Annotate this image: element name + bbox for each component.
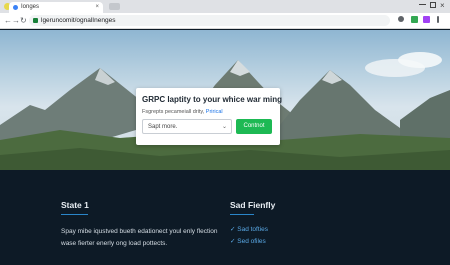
card-subtitle-link[interactable]: Prirical: [206, 109, 223, 115]
tab-close-icon[interactable]: ×: [95, 3, 99, 12]
card-subtitle: Fsgrepts pecameiall drity, Prirical: [142, 108, 223, 116]
connect-button[interactable]: Contnot: [236, 119, 272, 134]
reload-icon[interactable]: ↻: [20, 15, 27, 26]
chevron-down-icon: ⌄: [221, 124, 227, 130]
left-column-title: State 1: [61, 200, 89, 210]
secure-icon: [33, 18, 38, 23]
card-title: GRPC laptity to your whice war ming: [142, 95, 283, 104]
left-title-underline: [61, 214, 88, 215]
content-section: State 1 Spay mibe iqustved bueth edation…: [0, 170, 450, 265]
extension-purple-icon[interactable]: [423, 16, 430, 23]
left-column-text: Spay mibe iqustved bueth edationect youl…: [61, 228, 218, 247]
back-icon[interactable]: ←: [4, 15, 12, 26]
signup-card: GRPC laptity to your whice war ming Fsgr…: [136, 88, 283, 145]
new-tab-button[interactable]: [109, 3, 120, 10]
window-close-icon[interactable]: ×: [440, 1, 445, 10]
minimize-icon[interactable]: [419, 4, 426, 5]
browser-tab-bar: Ionges × ×: [0, 0, 450, 13]
select-value: Sapt more.: [148, 124, 178, 130]
address-bar[interactable]: lgeruncomit/ognalInenges: [29, 15, 390, 26]
forward-icon[interactable]: →: [12, 15, 20, 26]
feature-link-2[interactable]: ✓ Sed ofiles: [230, 237, 266, 246]
feature-link-1[interactable]: ✓ Sad tofties: [230, 225, 268, 234]
favicon-icon: [13, 5, 18, 10]
right-column-title: Sad Fienfly: [230, 200, 276, 210]
right-title-underline: [230, 214, 254, 215]
url-text: lgeruncomit/ognalInenges: [41, 17, 116, 24]
extension-green-icon[interactable]: [411, 16, 418, 23]
menu-icon[interactable]: [437, 16, 439, 23]
option-select[interactable]: Sapt more. ⌄: [142, 119, 232, 134]
tab-title: Ionges: [21, 4, 40, 10]
browser-toolbar: ← → ↻ lgeruncomit/ognalInenges: [0, 13, 450, 29]
star-icon[interactable]: [398, 16, 404, 22]
card-subtitle-text: Fsgrepts pecameiall drity,: [142, 109, 205, 115]
maximize-icon[interactable]: [430, 2, 436, 8]
browser-tab[interactable]: Ionges ×: [9, 2, 103, 13]
